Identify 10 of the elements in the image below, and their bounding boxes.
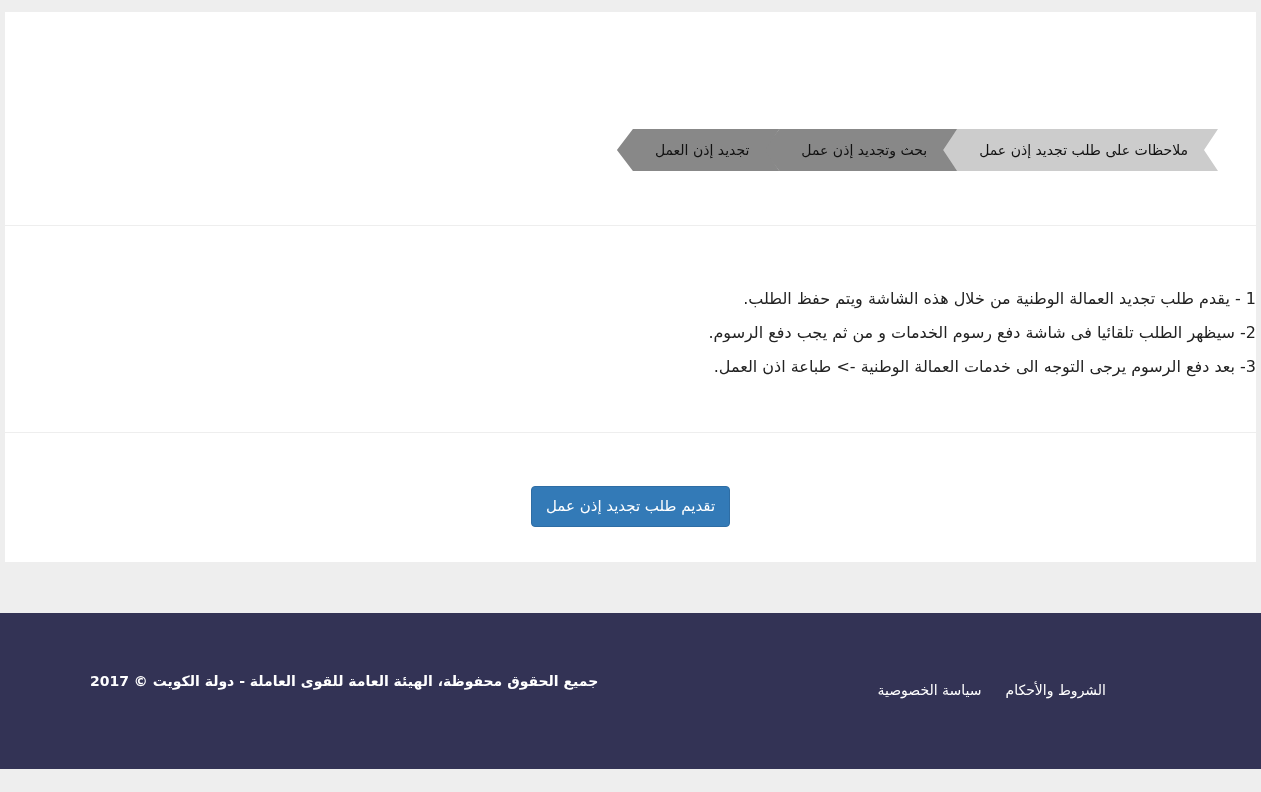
wizard-step-tab[interactable]: بحث وتجديد إذن عمل: [763, 129, 958, 171]
footer-link[interactable]: الشروط والأحكام: [1005, 680, 1106, 769]
wizard-step-tab[interactable]: ملاحظات على طلب تجديد إذن عمل: [941, 129, 1218, 171]
copyright-text: جميع الحقوق محفوظة، الهيئة العامة للقوى العاملة - دولة الكويت © 2017: [90, 673, 599, 689]
instruction-text: 2- سيظهر الطلب تلقائيا فى شاشة دفع رسوم الخدمات و من ثم يجب دفع الرسوم.: [707, 322, 1256, 345]
wizard-step-tab[interactable]: تجديد إذن العمل: [616, 129, 780, 171]
instruction-text: 1 - يقدم طلب تجديد العمالة الوطنية من خلال هذه الشاشة ويتم حفظ الطلب.: [742, 288, 1256, 311]
footer-link[interactable]: سياسة الخصوصية: [877, 680, 982, 769]
instruction-text: 3- بعد دفع الرسوم يرجى التوجه الى خدمات العمالة الوطنية -> طباعة اذن العمل.: [712, 356, 1256, 379]
submit-button[interactable]: تقديم طلب تجديد إذن عمل: [530, 486, 731, 527]
